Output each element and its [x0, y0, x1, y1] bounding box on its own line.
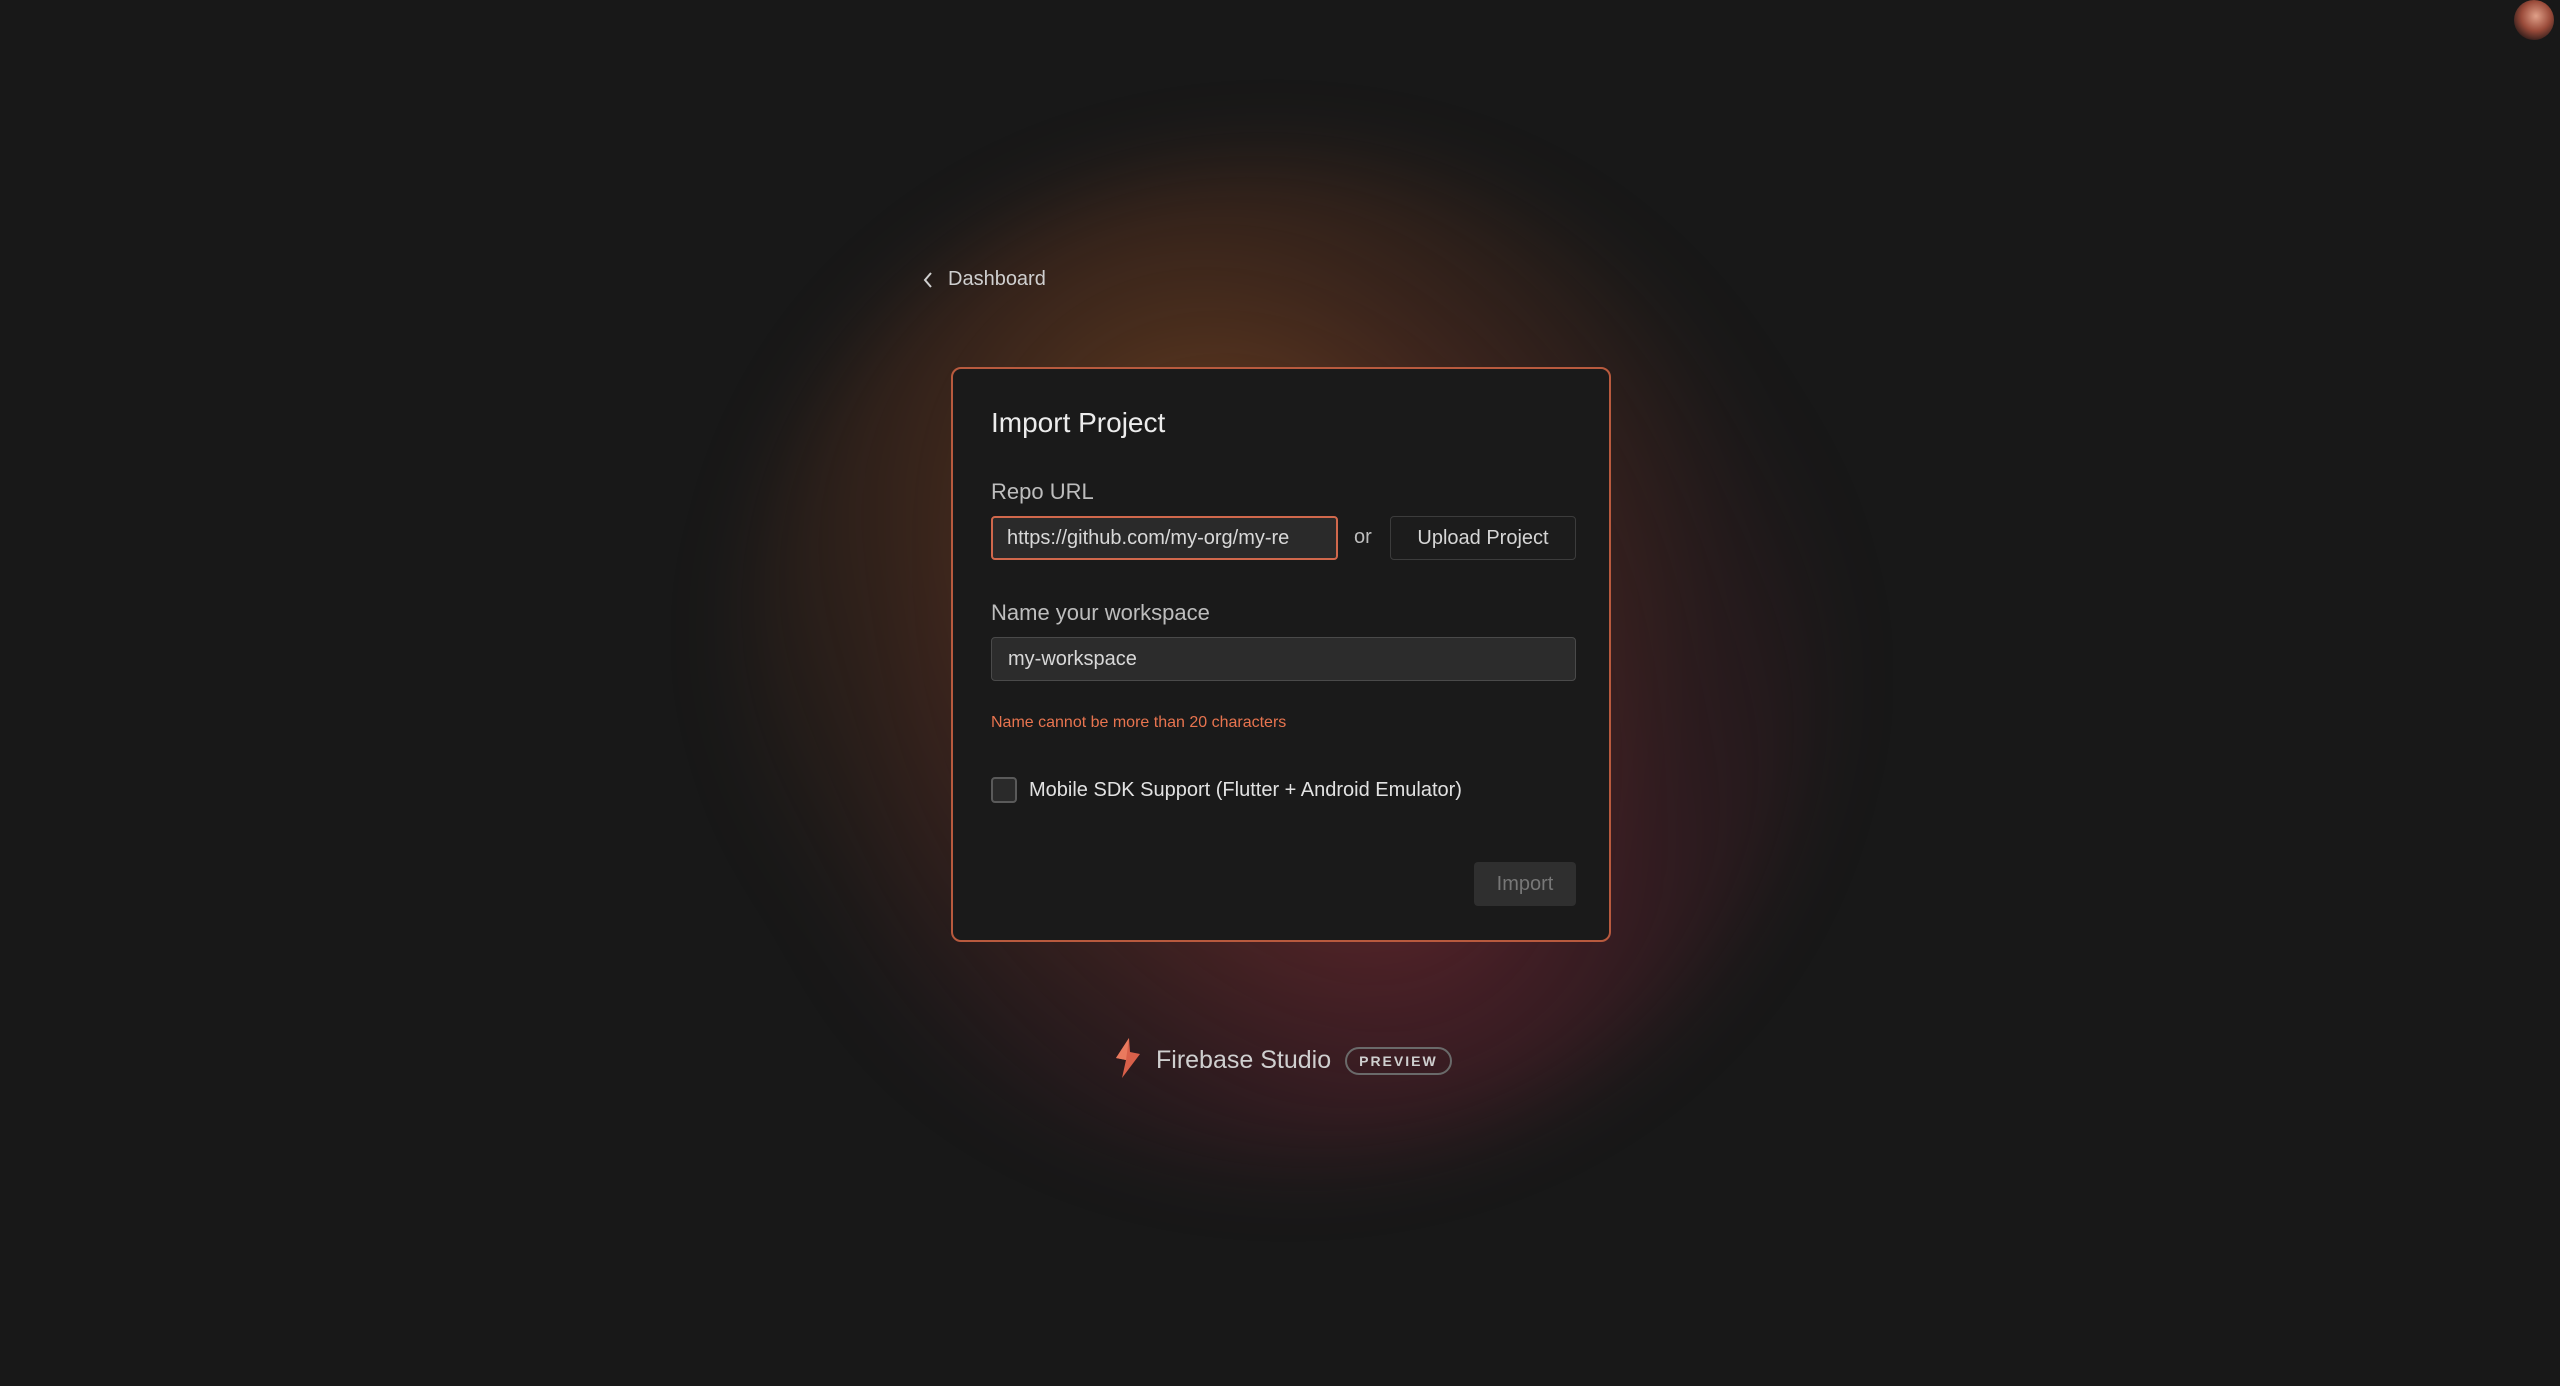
- preview-badge: PREVIEW: [1345, 1046, 1452, 1075]
- repo-url-label: Repo URL: [991, 479, 1094, 504]
- workspace-name-error: Name cannot be more than 20 characters: [991, 714, 1287, 731]
- card-title: Import Project: [991, 407, 1166, 438]
- brand-footer: Firebase Studio PREVIEW: [1112, 1036, 1452, 1085]
- repo-url-input[interactable]: [991, 516, 1338, 560]
- chevron-left-icon: [922, 271, 934, 289]
- import-button[interactable]: Import: [1474, 862, 1576, 906]
- user-avatar[interactable]: [2514, 0, 2554, 40]
- mobile-sdk-checkbox[interactable]: [991, 777, 1017, 803]
- or-separator: or: [1354, 526, 1372, 548]
- import-project-page: Dashboard Import Project Repo URL or Upl…: [0, 0, 2560, 1386]
- mobile-sdk-option[interactable]: Mobile SDK Support (Flutter + Android Em…: [991, 777, 1462, 803]
- back-link-label: Dashboard: [948, 268, 1046, 290]
- import-project-card: Import Project Repo URL or Upload Projec…: [951, 367, 1611, 942]
- upload-project-button[interactable]: Upload Project: [1390, 516, 1576, 560]
- workspace-name-label: Name your workspace: [991, 600, 1210, 625]
- brand-name: Firebase Studio: [1156, 1046, 1332, 1074]
- workspace-name-input[interactable]: [991, 637, 1576, 681]
- back-to-dashboard-link[interactable]: Dashboard: [922, 268, 1046, 291]
- firebase-studio-logo-icon: [1112, 1036, 1144, 1085]
- mobile-sdk-label: Mobile SDK Support (Flutter + Android Em…: [1029, 778, 1462, 801]
